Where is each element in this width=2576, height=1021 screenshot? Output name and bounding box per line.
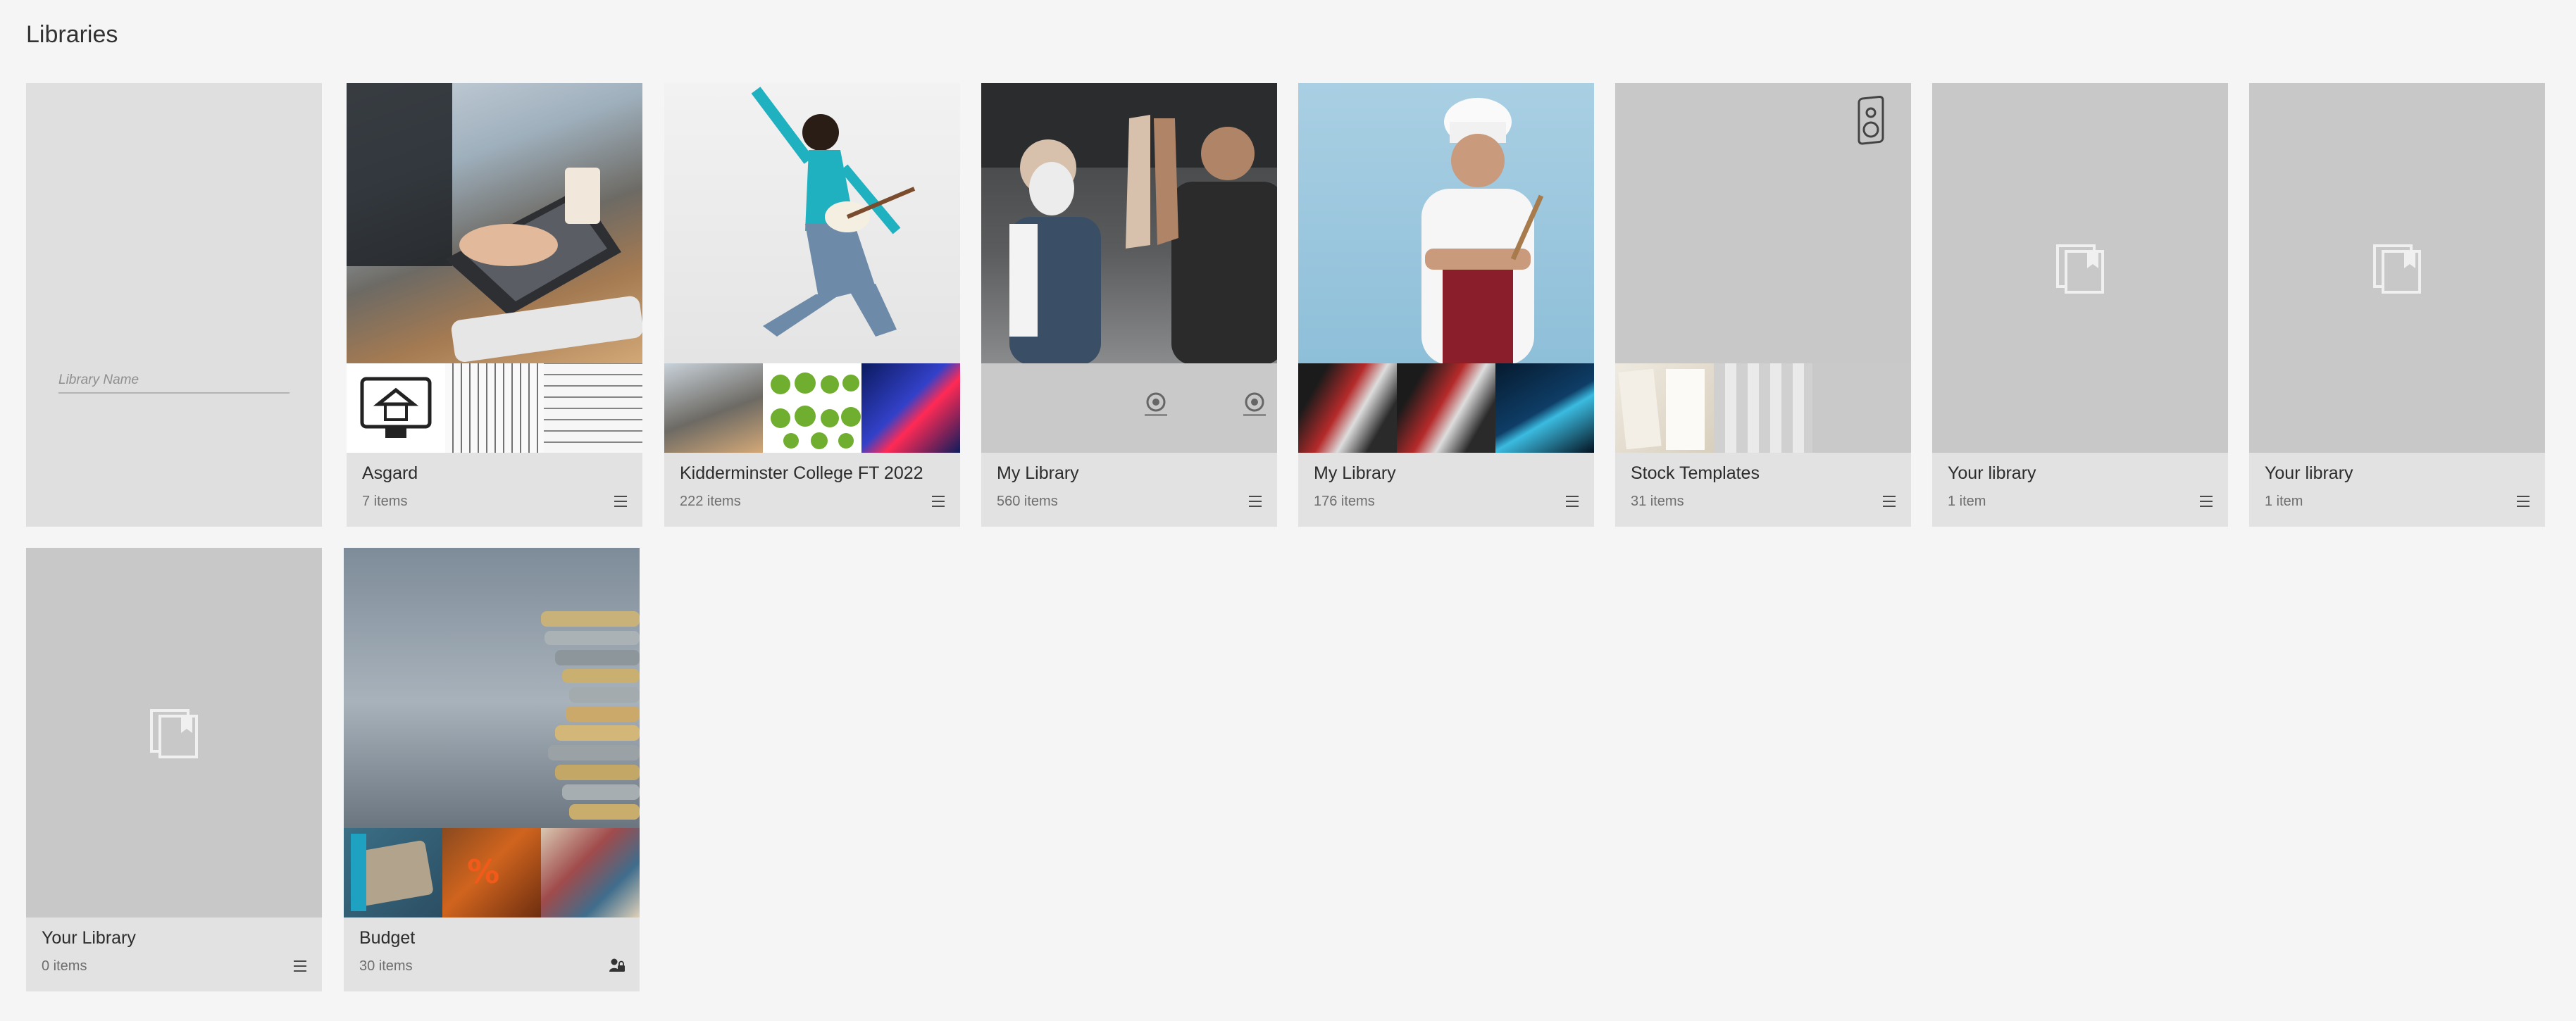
library-item-count: 1 item xyxy=(2265,494,2303,509)
library-card-kidderminster[interactable]: Kidderminster College FT 2022 222 items xyxy=(664,83,960,527)
library-thumbnails: % xyxy=(344,828,640,917)
library-card-your-library-1[interactable]: Your library 1 item xyxy=(1932,83,2228,527)
library-cover xyxy=(1932,83,2228,453)
library-name: Kidderminster College FT 2022 xyxy=(680,463,923,483)
hamburger-menu-icon[interactable] xyxy=(294,960,306,972)
library-thumbnails xyxy=(981,363,1277,453)
library-name: Your library xyxy=(2265,463,2353,483)
library-cover-image xyxy=(1615,83,1911,363)
library-cover xyxy=(2249,83,2545,453)
library-item-count: 30 items xyxy=(359,958,413,974)
library-card-your-library-2[interactable]: Your library 1 item xyxy=(2249,83,2545,527)
library-name: Your library xyxy=(1948,463,2036,483)
library-name-input[interactable] xyxy=(58,368,290,394)
library-name: Asgard xyxy=(362,463,418,483)
library-name: My Library xyxy=(997,463,1079,483)
library-card-asgard[interactable]: Asgard 7 items xyxy=(347,83,642,527)
library-thumbnails xyxy=(1298,363,1594,453)
svg-text:%: % xyxy=(467,853,499,891)
circular-logo-icon xyxy=(1243,392,1266,416)
hamburger-menu-icon[interactable] xyxy=(2517,496,2530,507)
shared-user-icon[interactable] xyxy=(609,958,626,973)
library-placeholder-icon xyxy=(150,708,198,758)
library-name: My Library xyxy=(1314,463,1396,483)
library-cover-image xyxy=(981,83,1277,363)
library-cover-image xyxy=(347,83,642,363)
new-library-card xyxy=(26,83,322,527)
library-cover-image xyxy=(1298,83,1594,363)
library-item-count: 560 items xyxy=(997,494,1058,509)
library-card-your-library-empty[interactable]: Your Library 0 items xyxy=(26,548,322,991)
library-item-count: 1 item xyxy=(1948,494,1986,509)
page-title: Libraries xyxy=(26,21,118,48)
library-card-my-library-176[interactable]: My Library 176 items xyxy=(1298,83,1594,527)
hamburger-menu-icon[interactable] xyxy=(1249,496,1262,507)
library-thumbnails xyxy=(1615,363,1911,453)
hamburger-menu-icon[interactable] xyxy=(932,496,945,507)
library-item-count: 222 items xyxy=(680,494,741,509)
library-item-count: 176 items xyxy=(1314,494,1375,509)
library-name: Stock Templates xyxy=(1631,463,1760,483)
library-thumbnails xyxy=(347,363,642,453)
library-item-count: 31 items xyxy=(1631,494,1684,509)
library-item-count: 0 items xyxy=(42,958,87,974)
library-thumbnails xyxy=(664,363,960,453)
hamburger-menu-icon[interactable] xyxy=(1883,496,1896,507)
hamburger-menu-icon[interactable] xyxy=(2200,496,2213,507)
library-card-budget[interactable]: % Budget 30 items xyxy=(344,548,640,991)
hamburger-menu-icon[interactable] xyxy=(614,496,627,507)
library-placeholder-icon xyxy=(2373,244,2421,294)
library-item-count: 7 items xyxy=(362,494,408,509)
library-card-stock-templates[interactable]: Stock Templates 31 items xyxy=(1615,83,1911,527)
speaker-icon xyxy=(1858,96,1884,145)
library-name: Budget xyxy=(359,928,416,948)
library-cover xyxy=(26,548,322,917)
library-placeholder-icon xyxy=(2056,244,2104,294)
library-name: Your Library xyxy=(42,928,136,948)
library-cover-image xyxy=(344,548,640,828)
hamburger-menu-icon[interactable] xyxy=(1566,496,1579,507)
library-card-my-library-560[interactable]: My Library 560 items xyxy=(981,83,1277,527)
library-cover-image xyxy=(664,83,960,363)
circular-logo-icon xyxy=(1145,392,1167,416)
